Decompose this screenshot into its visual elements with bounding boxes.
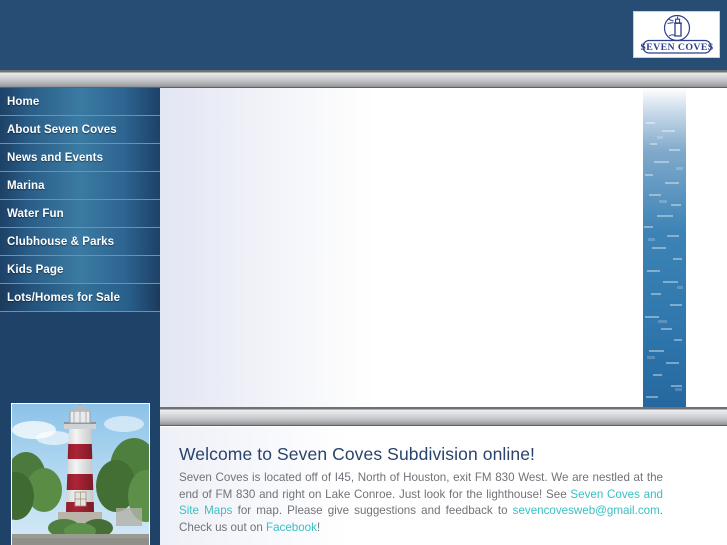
sidebar-item-marina[interactable]: Marina xyxy=(0,172,160,200)
header-divider xyxy=(0,70,727,88)
lighthouse-logo-icon: SEVEN COVES xyxy=(640,14,713,54)
sidebar-item-label: Lots/Homes for Sale xyxy=(7,291,121,304)
welcome-body-text: Seven Coves is located off of I45, North… xyxy=(179,470,663,536)
sidebar-item-label: Home xyxy=(7,95,40,108)
welcome-text-6: ! xyxy=(316,520,321,534)
sidebar-item-lots-homes-for-sale[interactable]: Lots/Homes for Sale xyxy=(0,284,160,312)
welcome-link-3[interactable]: sevencovesweb@gmail.com xyxy=(513,504,660,517)
page-root: SEVEN COVES Home About Seven Coves News … xyxy=(0,0,727,545)
lake-water-photo xyxy=(643,88,686,407)
sidebar-item-label: Clubhouse & Parks xyxy=(7,235,115,248)
lighthouse-photo xyxy=(11,403,150,545)
sidebar-item-kids-page[interactable]: Kids Page xyxy=(0,256,160,284)
sidebar-nav: Home About Seven Coves News and Events M… xyxy=(0,88,160,545)
sidebar-item-label: Marina xyxy=(7,179,45,192)
welcome-section: Welcome to Seven Coves Subdivision onlin… xyxy=(160,427,727,545)
sidebar-item-label: Kids Page xyxy=(7,263,64,276)
sidebar-item-clubhouse-and-parks[interactable]: Clubhouse & Parks xyxy=(0,228,160,256)
sidebar-item-about-seven-coves[interactable]: About Seven Coves xyxy=(0,116,160,144)
page-title: Welcome to Seven Coves Subdivision onlin… xyxy=(179,444,536,464)
sidebar-photo-container xyxy=(0,396,160,545)
sidebar-item-label: Water Fun xyxy=(7,207,64,220)
welcome-link-5[interactable]: Facebook xyxy=(266,521,317,534)
welcome-text-2: for map. Please give suggestions and fee… xyxy=(232,504,513,517)
sidebar-item-news-and-events[interactable]: News and Events xyxy=(0,144,160,172)
sidebar-item-water-fun[interactable]: Water Fun xyxy=(0,200,160,228)
content-panel-top xyxy=(160,88,727,407)
sidebar-item-home[interactable]: Home xyxy=(0,88,160,116)
site-header: SEVEN COVES xyxy=(0,0,727,70)
content-divider xyxy=(160,407,727,426)
main-content: Welcome to Seven Coves Subdivision onlin… xyxy=(160,88,727,545)
sidebar-item-label: News and Events xyxy=(7,151,104,164)
sidebar-item-label: About Seven Coves xyxy=(7,123,117,136)
site-logo[interactable]: SEVEN COVES xyxy=(633,11,720,58)
logo-text: SEVEN COVES xyxy=(640,42,713,53)
